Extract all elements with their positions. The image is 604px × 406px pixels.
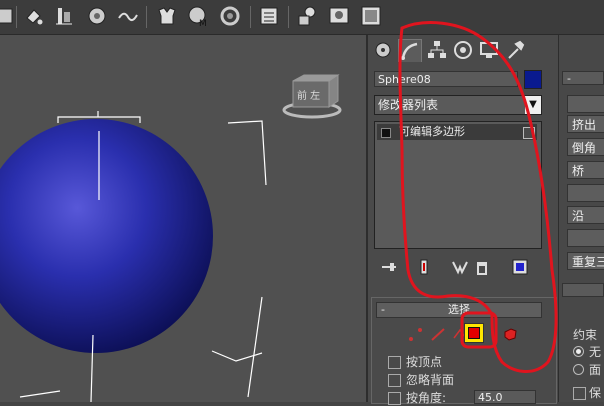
preserve-label: 保 (589, 386, 602, 400)
material-editor-icon[interactable] (86, 4, 108, 28)
toolbar-separator (288, 6, 289, 28)
by-vertex-label: 按顶点 (406, 355, 443, 369)
main-toolbar: M (0, 0, 604, 35)
motion-tab-icon[interactable] (452, 39, 474, 61)
repeat-button[interactable]: 重复三 (567, 252, 604, 270)
panel-header-2[interactable] (562, 283, 604, 297)
constraint-face-label: 面 (589, 363, 602, 377)
create-tab-icon[interactable] (372, 39, 394, 61)
modifier-stack[interactable]: 可编辑多边形 (374, 121, 542, 249)
hierarchy-tab-icon[interactable] (426, 39, 448, 61)
utilities-tab-icon[interactable] (504, 39, 526, 61)
ignore-backfacing-checkbox[interactable] (388, 374, 401, 387)
toolbar-separator (250, 6, 251, 28)
edit-geometry-panel: - 挤出 倒角 桥 沿 重复三 约束 无 面 保 (558, 35, 604, 402)
panel-blank-button-3[interactable] (567, 229, 604, 247)
polygon-subobject-button[interactable] (464, 323, 484, 343)
paint-bucket-icon[interactable] (23, 4, 45, 28)
toolbar-separator (146, 6, 147, 28)
pin-stack-icon[interactable] (380, 257, 400, 277)
configure-modifier-sets-icon[interactable] (510, 257, 530, 277)
command-panel-tabs (368, 35, 558, 65)
extrude-button[interactable]: 挤出 (567, 115, 604, 133)
viewcube-label[interactable]: 前 左 (297, 87, 320, 102)
polygon-icon (468, 327, 480, 339)
selection-rollout-header[interactable]: - 选择 (376, 302, 542, 318)
object-name-field[interactable]: Sphere08 (374, 71, 518, 87)
by-vertex-checkbox[interactable] (388, 356, 401, 369)
render-setup-icon[interactable] (156, 4, 178, 28)
selection-rollout-title: 选择 (448, 303, 470, 316)
layer-manager-icon[interactable] (258, 4, 280, 28)
modifier-stack-item-label: 可编辑多边形 (399, 125, 465, 138)
perspective-viewport[interactable]: 前 左 (0, 35, 368, 402)
along-button[interactable]: 沿 (567, 206, 604, 224)
make-unique-icon[interactable] (450, 257, 470, 277)
collapse-icon[interactable]: - (381, 303, 385, 317)
panel-blank-button-2[interactable] (567, 184, 604, 202)
render-production-icon[interactable] (360, 4, 382, 28)
svg-text:M: M (199, 19, 207, 28)
toolbar-separator (16, 6, 17, 28)
constraint-none-radio[interactable] (573, 346, 584, 357)
show-end-result-icon[interactable] (414, 257, 434, 277)
material-map-icon[interactable]: M (187, 4, 209, 29)
environment-icon[interactable] (219, 4, 241, 28)
curve-editor-icon[interactable] (117, 4, 139, 28)
modifier-list-dropdown[interactable]: 修改器列表 ▼ (374, 95, 542, 115)
display-tab-icon[interactable] (478, 39, 500, 61)
by-angle-label: 按角度: (406, 391, 447, 405)
vertex-icon[interactable] (408, 326, 424, 342)
modify-tab-icon[interactable] (398, 39, 422, 62)
modifier-list-label: 修改器列表 (378, 98, 439, 112)
panel-blank-button[interactable] (567, 95, 604, 113)
bevel-button[interactable]: 倒角 (567, 138, 604, 156)
chevron-down-icon[interactable]: ▼ (525, 96, 541, 114)
panel-header[interactable]: - (562, 71, 604, 85)
sphere-object (0, 119, 213, 353)
by-angle-option[interactable]: 按角度: 45.0 (388, 390, 548, 406)
rendered-frame-window-icon[interactable] (328, 4, 350, 28)
command-panel: Sphere08 修改器列表 ▼ 可编辑多边形 - 选择 按顶点 忽略背面 按角… (368, 35, 558, 406)
by-angle-checkbox[interactable] (388, 392, 401, 405)
constraint-label: 约束 (573, 328, 598, 342)
modifier-stack-item[interactable]: 可编辑多边形 (377, 124, 537, 140)
stack-tools (374, 255, 544, 279)
expand-icon[interactable] (381, 128, 391, 138)
render-frame-icon[interactable] (297, 4, 319, 28)
remove-modifier-icon[interactable] (472, 257, 492, 277)
modifier-toggle-checkbox[interactable] (523, 127, 535, 139)
bridge-button[interactable]: 桥 (567, 161, 604, 179)
element-icon[interactable] (502, 326, 518, 342)
object-color-swatch[interactable] (524, 70, 542, 89)
ignore-backfacing-label: 忽略背面 (406, 373, 455, 387)
constraint-none-label: 无 (589, 345, 602, 359)
selection-rollout: - 选择 按顶点 忽略背面 按角度: 45.0 (371, 297, 557, 406)
preserve-uvs-checkbox[interactable] (573, 387, 586, 400)
align-icon[interactable] (53, 4, 75, 28)
constraint-face-radio[interactable] (573, 364, 584, 375)
edge-icon[interactable] (430, 326, 446, 342)
